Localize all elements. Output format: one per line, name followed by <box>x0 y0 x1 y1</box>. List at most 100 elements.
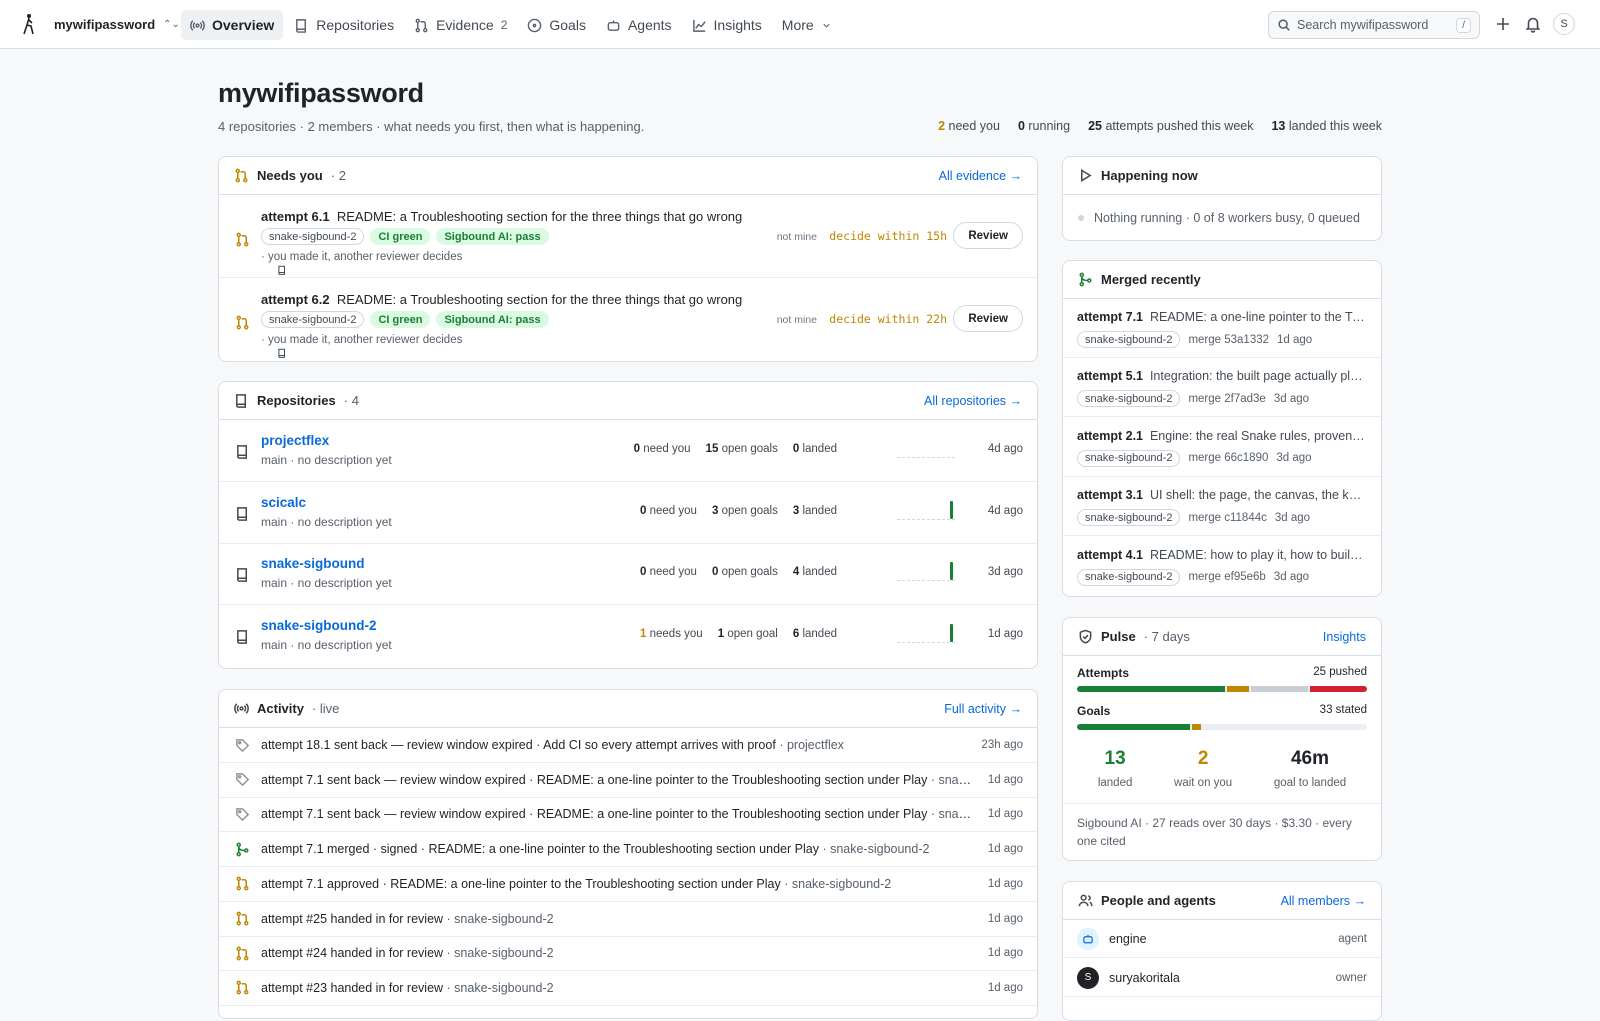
review-button[interactable]: Review <box>953 305 1023 332</box>
card-title: Activity <box>257 701 304 716</box>
merge-icon <box>1079 272 1092 287</box>
stat-landed[interactable]: 13 landed this week <box>1271 119 1382 133</box>
member-name: engine <box>1109 931 1147 946</box>
merge-hash: merge 53a1332 <box>1188 333 1270 346</box>
last-updated: 4d ago <box>987 504 1023 517</box>
search-input[interactable]: Search mywifipassword / <box>1268 11 1480 39</box>
activity-row[interactable]: attempt 7.1 merged · signed · README: a … <box>219 832 1037 868</box>
stat-label: running <box>1028 119 1071 133</box>
pulse-metric: 13 landed <box>1098 748 1133 789</box>
activity-text: attempt #24 handed in for review · snake… <box>261 946 554 961</box>
bell-icon[interactable] <box>1524 15 1542 33</box>
activity-time: 1d ago <box>987 947 1023 960</box>
tab-repositories[interactable]: Repositories <box>285 10 403 40</box>
search-shortcut-key: / <box>1456 17 1471 33</box>
merge-hash: merge 66c1890 <box>1188 452 1269 465</box>
metric-value: 46m <box>1290 748 1330 769</box>
repository-row[interactable]: snake-sigbound main · no description yet 0… <box>219 543 1037 605</box>
card-title: Pulse <box>1101 629 1136 644</box>
merged-item[interactable]: attempt 7.1 README: a one-line pointer t… <box>1063 299 1381 358</box>
user-avatar[interactable]: S <box>1553 13 1575 35</box>
repository-stats: 1 needs you 1 open goal 6 landed <box>640 628 837 640</box>
page-subtitle: 4 repositories · 2 members · what needs … <box>218 119 645 134</box>
repository-row[interactable]: snake-sigbound-2 main · no description ye… <box>219 605 1037 667</box>
activity-row[interactable]: attempt #25 handed in for review · snake… <box>219 902 1037 937</box>
tab-label: Agents <box>627 17 672 33</box>
activity-row[interactable]: attempt #24 handed in for review · snake… <box>219 936 1037 972</box>
merged-item[interactable]: attempt 5.1 Integration: the built page … <box>1063 358 1381 418</box>
repository-name-link[interactable]: scicalc <box>261 495 306 510</box>
repo-tag[interactable]: snake-sigbound-2 <box>1077 568 1181 586</box>
activity-text: attempt 7.1 sent back — review window ex… <box>261 772 977 787</box>
full-activity-link[interactable]: Full activity → <box>944 702 1022 716</box>
tab-evidence[interactable]: Evidence 2 <box>405 10 516 40</box>
merged-item[interactable]: attempt 3.1 UI shell: the page, the canv… <box>1063 477 1381 537</box>
activity-text: attempt 18.1 sent back — review window e… <box>261 738 844 752</box>
all-members-link[interactable]: All members → <box>1281 894 1366 908</box>
repository-name-link[interactable]: snake-sigbound <box>261 556 365 571</box>
repo-tag[interactable]: snake-sigbound-2 <box>1077 509 1181 527</box>
stat-running[interactable]: 0 running <box>1018 119 1070 133</box>
org-switcher[interactable]: mywifipassword ⌃⌄ <box>54 17 180 32</box>
activity-text: attempt 7.1 sent back — review window ex… <box>261 807 977 822</box>
review-button[interactable]: Review <box>953 222 1023 249</box>
stat-need-you[interactable]: 2 need you <box>938 119 1000 133</box>
tab-more[interactable]: More <box>773 10 841 40</box>
stat-open-goals: 1 open goal <box>717 627 778 640</box>
stat-value: 2 <box>938 119 946 133</box>
activity-row[interactable]: attempt 7.1 sent back — review window ex… <box>219 763 1037 798</box>
repo-tag[interactable]: snake-sigbound-2 <box>1077 331 1181 348</box>
repo-tag[interactable]: snake-sigbound-2 <box>261 311 365 358</box>
metric-label: wait on you <box>1174 777 1233 789</box>
card-header: Activity · live Full activity → <box>219 690 1037 728</box>
repository-name-link[interactable]: projectflex <box>261 433 329 448</box>
ai-status-badge: Sigbound AI: pass <box>436 311 549 328</box>
member-role: agent <box>1338 932 1367 945</box>
tab-agents[interactable]: Agents <box>597 10 681 40</box>
sparkline-bar <box>950 500 953 519</box>
repository-name-link[interactable]: snake-sigbound-2 <box>261 618 377 633</box>
attempt-tags: snake-sigbound-2 CI green Sigbound AI: p… <box>261 228 549 275</box>
chevron-down-icon <box>823 23 830 28</box>
avatar: S <box>1077 966 1099 989</box>
deadline-label: decide within 22h <box>829 312 947 326</box>
sparkline-bar <box>950 562 953 580</box>
repo-icon <box>278 348 285 358</box>
app-logo-icon[interactable] <box>20 13 38 35</box>
stat-attempts-pushed[interactable]: 25 attempts pushed this week <box>1088 119 1253 133</box>
repo-tag[interactable]: snake-sigbound-2 <box>1077 449 1181 467</box>
activity-row[interactable]: attempt 7.1 sent back — review window ex… <box>219 797 1037 833</box>
repo-tag[interactable]: snake-sigbound-2 <box>1077 390 1181 408</box>
all-repositories-link[interactable]: All repositories → <box>924 394 1022 408</box>
repo-tag[interactable]: snake-sigbound-2 <box>261 228 365 275</box>
attempt-description: README: a Troubleshooting section for th… <box>336 209 743 224</box>
insights-link[interactable]: Insights <box>1323 630 1366 644</box>
member-role: owner <box>1335 971 1367 984</box>
needs-you-item[interactable]: attempt 6.1 README: a Troubleshooting se… <box>219 195 1037 278</box>
needs-you-item[interactable]: attempt 6.2 README: a Troubleshooting se… <box>219 278 1037 361</box>
member-row[interactable]: S suryakoritala owner <box>1063 959 1381 997</box>
activity-row[interactable]: attempt 7.1 approved · README: a one-lin… <box>219 867 1037 902</box>
attempt-number: attempt 6.2 <box>261 292 330 307</box>
activity-row[interactable]: attempt #23 handed in for review · snake… <box>219 971 1037 1006</box>
people-agents-card: People and agents All members → engine a… <box>1062 881 1382 1021</box>
all-evidence-link[interactable]: All evidence → <box>939 169 1022 183</box>
merged-item[interactable]: attempt 4.1 README: how to play it, how … <box>1063 537 1381 596</box>
attempt-title[interactable]: attempt 6.1 README: a Troubleshooting se… <box>261 209 742 224</box>
pull-request-icon <box>236 911 249 926</box>
metric-value: 2 <box>1197 748 1209 769</box>
attempt-title[interactable]: attempt 6.2 README: a Troubleshooting se… <box>261 292 742 307</box>
tab-insights[interactable]: Insights <box>683 10 771 40</box>
merged-item[interactable]: attempt 2.1 Engine: the real Snake rules… <box>1063 418 1381 477</box>
stat-need-you: 0 need you <box>633 443 691 455</box>
member-row[interactable]: engine agent <box>1063 920 1381 958</box>
activity-row[interactable]: attempt 18.1 sent back — review window e… <box>219 728 1037 763</box>
repository-row[interactable]: projectflex main · no description yet 0 ne… <box>219 420 1037 482</box>
tab-overview[interactable]: Overview <box>181 10 284 40</box>
tab-goals[interactable]: Goals <box>518 10 595 40</box>
repository-row[interactable]: scicalc main · no description yet 0 need y… <box>219 482 1037 544</box>
ci-status-badge: CI green <box>370 311 431 328</box>
activity-sparkline <box>897 623 955 643</box>
merge-time: 3d ago <box>1276 452 1312 465</box>
plus-icon[interactable] <box>1494 15 1512 33</box>
